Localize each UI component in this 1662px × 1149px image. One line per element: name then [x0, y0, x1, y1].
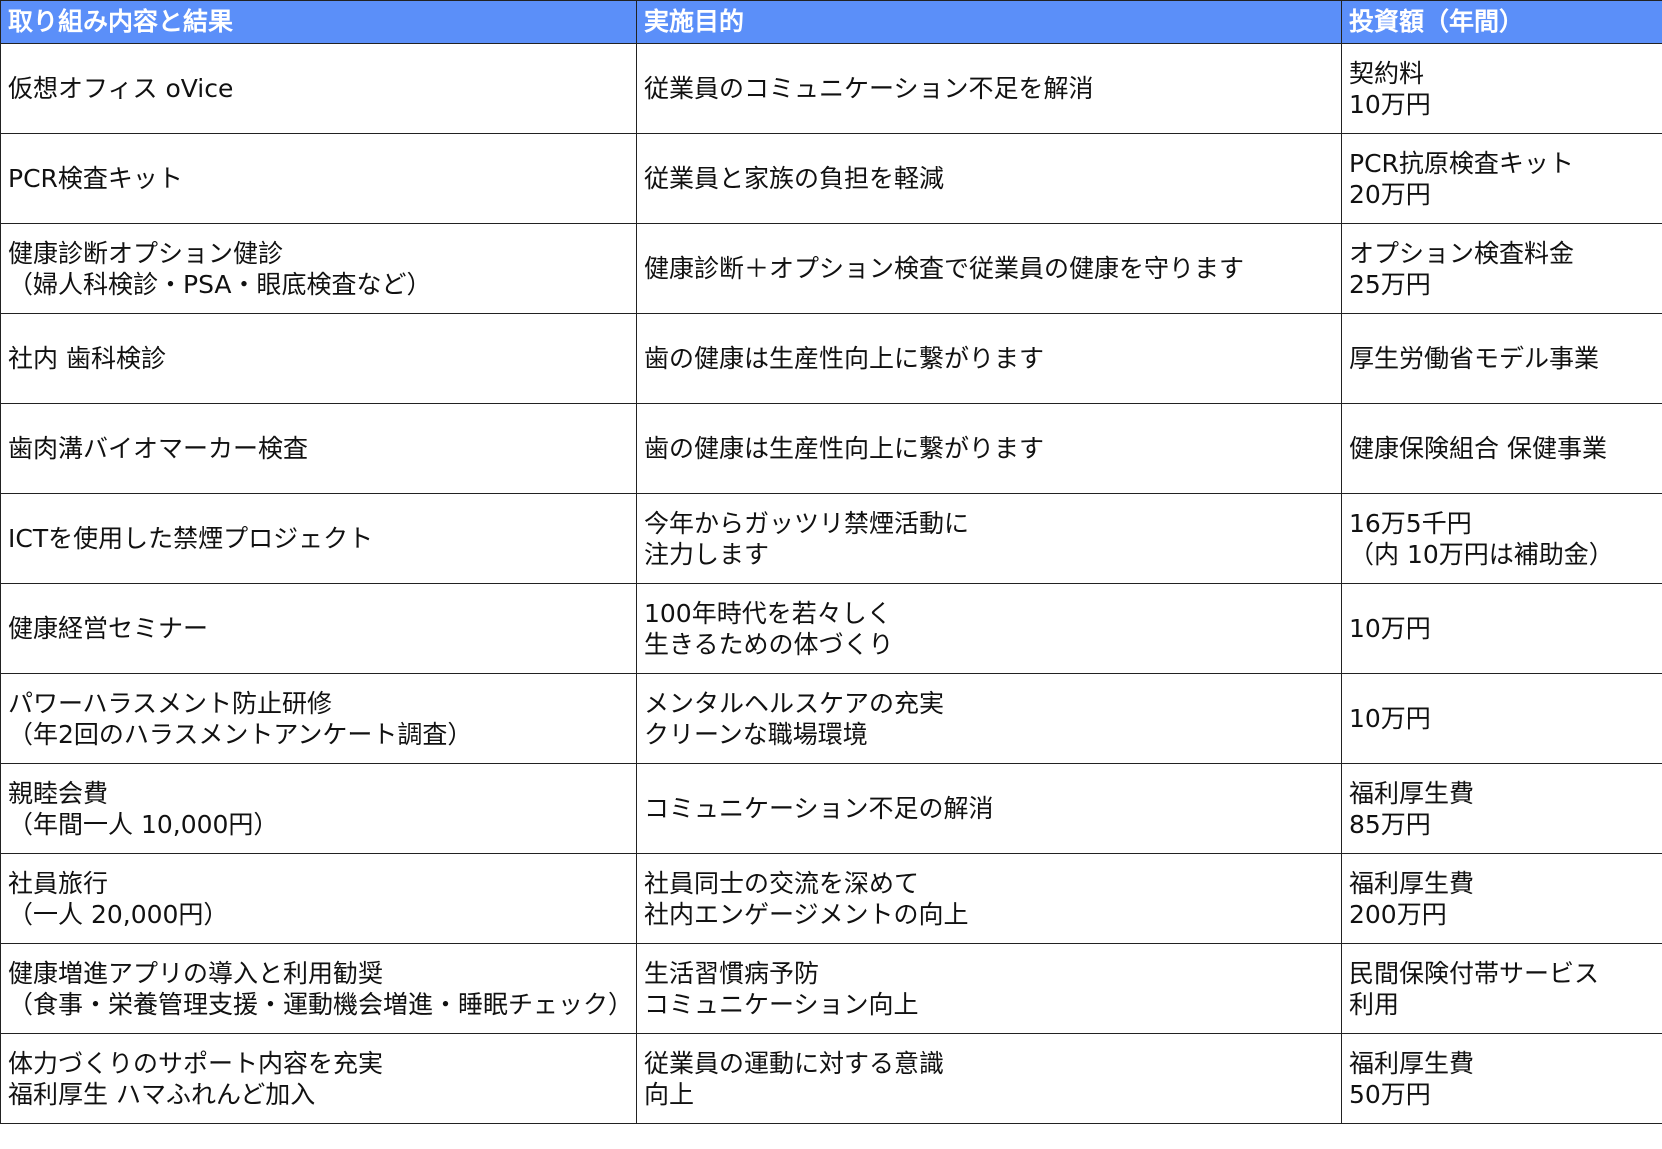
- initiative-cell: 社員旅行 （一人 20,000円）: [0, 853, 637, 944]
- investment-cell: 16万5千円 （内 10万円は補助金）: [1341, 493, 1662, 584]
- table-row: 親睦会費 （年間一人 10,000円） コミュニケーション不足の解消 福利厚生費…: [0, 763, 1662, 854]
- header-purpose: 実施目的: [636, 0, 1342, 44]
- table-row: 健康診断オプション健診 （婦人科検診・PSA・眼底検査など） 健康診断＋オプショ…: [0, 223, 1662, 314]
- initiative-cell: 体力づくりのサポート内容を充実 福利厚生 ハマふれんど加入: [0, 1033, 637, 1124]
- purpose-cell: 従業員と家族の負担を軽減: [636, 133, 1342, 224]
- investment-cell: オプション検査料金 25万円: [1341, 223, 1662, 314]
- investment-cell: 福利厚生費 50万円: [1341, 1033, 1662, 1124]
- table-row: 社内 歯科検診 歯の健康は生産性向上に繋がります 厚生労働省モデル事業: [0, 313, 1662, 404]
- initiative-cell: 社内 歯科検診: [0, 313, 637, 404]
- purpose-cell: メンタルヘルスケアの充実 クリーンな職場環境: [636, 673, 1342, 764]
- table-row: 仮想オフィス oVice 従業員のコミュニケーション不足を解消 契約料 10万円: [0, 43, 1662, 134]
- initiative-cell: パワーハラスメント防止研修 （年2回のハラスメントアンケート調査）: [0, 673, 637, 764]
- initiative-cell: 歯肉溝バイオマーカー検査: [0, 403, 637, 494]
- header-initiative: 取り組み内容と結果: [0, 0, 637, 44]
- purpose-cell: 歯の健康は生産性向上に繋がります: [636, 403, 1342, 494]
- table-row: 歯肉溝バイオマーカー検査 歯の健康は生産性向上に繋がります 健康保険組合 保健事…: [0, 403, 1662, 494]
- initiative-cell: 健康診断オプション健診 （婦人科検診・PSA・眼底検査など）: [0, 223, 637, 314]
- investment-cell: 福利厚生費 200万円: [1341, 853, 1662, 944]
- purpose-cell: 健康診断＋オプション検査で従業員の健康を守ります: [636, 223, 1342, 314]
- initiative-cell: 健康増進アプリの導入と利用勧奨 （食事・栄養管理支援・運動機会増進・睡眠チェック…: [0, 943, 637, 1034]
- table-row: 社員旅行 （一人 20,000円） 社員同士の交流を深めて 社内エンゲージメント…: [0, 853, 1662, 944]
- table-row: 健康増進アプリの導入と利用勧奨 （食事・栄養管理支援・運動機会増進・睡眠チェック…: [0, 943, 1662, 1034]
- purpose-cell: 歯の健康は生産性向上に繋がります: [636, 313, 1342, 404]
- header-row: 取り組み内容と結果 実施目的 投資額（年間）: [0, 0, 1662, 44]
- table-row: PCR検査キット 従業員と家族の負担を軽減 PCR抗原検査キット 20万円: [0, 133, 1662, 224]
- table-row: 体力づくりのサポート内容を充実 福利厚生 ハマふれんど加入 従業員の運動に対する…: [0, 1033, 1662, 1124]
- purpose-cell: 従業員のコミュニケーション不足を解消: [636, 43, 1342, 134]
- purpose-cell: 生活習慣病予防 コミュニケーション向上: [636, 943, 1342, 1034]
- table-row: ICTを使用した禁煙プロジェクト 今年からガッツリ禁煙活動に 注力します 16万…: [0, 493, 1662, 584]
- purpose-cell: 今年からガッツリ禁煙活動に 注力します: [636, 493, 1342, 584]
- investment-cell: 厚生労働省モデル事業: [1341, 313, 1662, 404]
- purpose-cell: コミュニケーション不足の解消: [636, 763, 1342, 854]
- initiative-cell: 健康経営セミナー: [0, 583, 637, 674]
- health-investment-table: 取り組み内容と結果 実施目的 投資額（年間） 仮想オフィス oVice 従業員の…: [0, 0, 1662, 1124]
- investment-cell: 民間保険付帯サービス 利用: [1341, 943, 1662, 1034]
- initiative-cell: PCR検査キット: [0, 133, 637, 224]
- investment-cell: PCR抗原検査キット 20万円: [1341, 133, 1662, 224]
- investment-cell: 10万円: [1341, 673, 1662, 764]
- initiative-cell: 仮想オフィス oVice: [0, 43, 637, 134]
- initiative-cell: 親睦会費 （年間一人 10,000円）: [0, 763, 637, 854]
- initiative-cell: ICTを使用した禁煙プロジェクト: [0, 493, 637, 584]
- table-row: 健康経営セミナー 100年時代を若々しく 生きるための体づくり 10万円: [0, 583, 1662, 674]
- purpose-cell: 従業員の運動に対する意識 向上: [636, 1033, 1342, 1124]
- table-row: パワーハラスメント防止研修 （年2回のハラスメントアンケート調査） メンタルヘル…: [0, 673, 1662, 764]
- investment-cell: 健康保険組合 保健事業: [1341, 403, 1662, 494]
- investment-cell: 10万円: [1341, 583, 1662, 674]
- purpose-cell: 100年時代を若々しく 生きるための体づくり: [636, 583, 1342, 674]
- investment-cell: 契約料 10万円: [1341, 43, 1662, 134]
- investment-cell: 福利厚生費 85万円: [1341, 763, 1662, 854]
- header-annual-investment: 投資額（年間）: [1341, 0, 1662, 44]
- purpose-cell: 社員同士の交流を深めて 社内エンゲージメントの向上: [636, 853, 1342, 944]
